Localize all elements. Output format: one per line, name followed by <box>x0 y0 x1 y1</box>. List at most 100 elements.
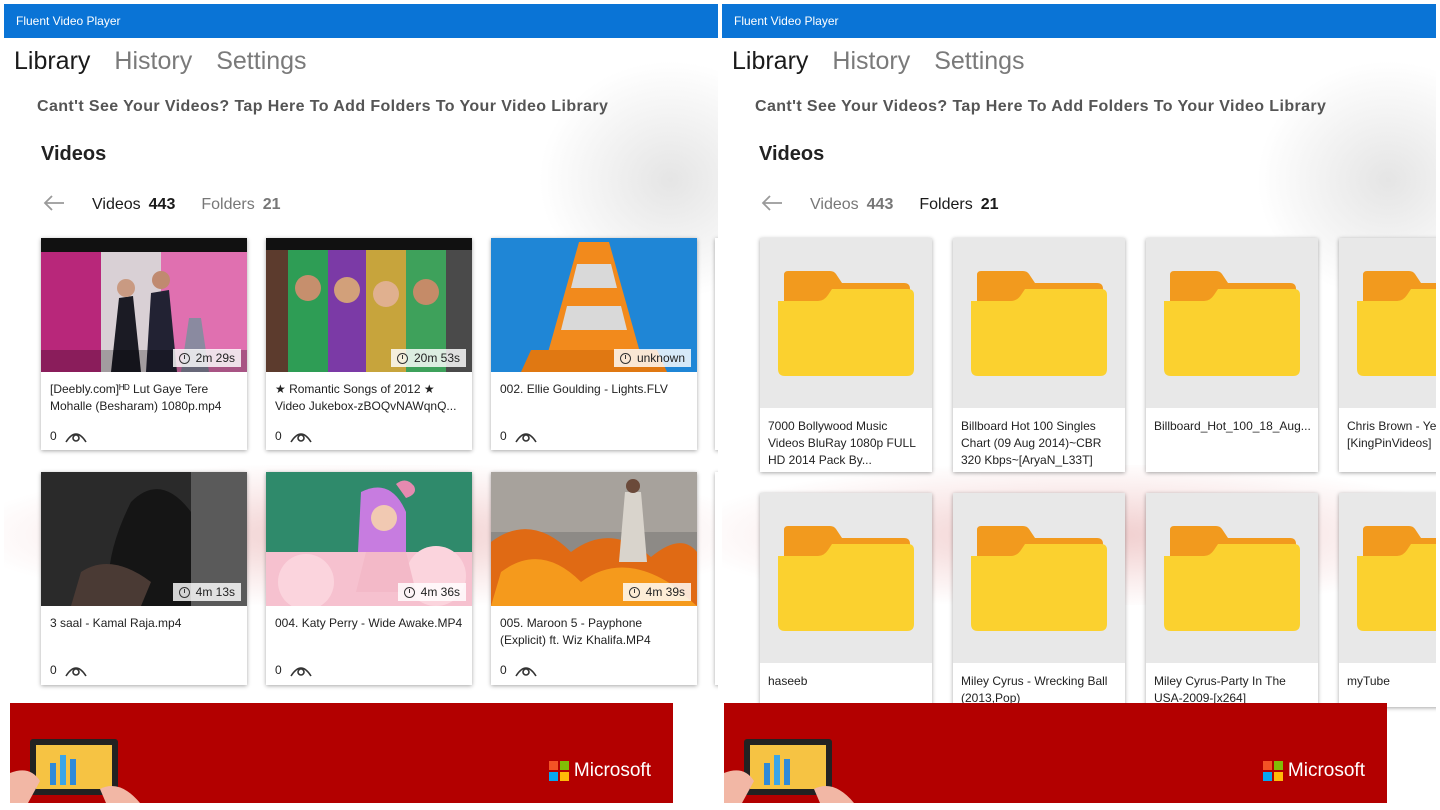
eye-icon <box>290 430 312 443</box>
folder-thumbnail <box>1339 238 1436 408</box>
folder-icon <box>778 526 914 631</box>
folder-card[interactable]: haseeb <box>760 493 932 707</box>
folder-title: Miley Cyrus - Wrecking Ball (2013,Pop) <box>961 674 1108 705</box>
duration-badge: 20m 53s <box>390 349 466 367</box>
clock-icon <box>178 352 190 364</box>
video-thumbnail: unknown <box>491 238 697 372</box>
clock-icon <box>403 586 415 598</box>
filter-bar: Videos 443 Folders 21 <box>42 193 281 217</box>
view-count: 0 <box>500 429 537 443</box>
video-card[interactable]: 2m 29s [Deebly.com]ᴴᴰ Lut Gaye Tere Moha… <box>41 238 247 450</box>
video-card[interactable] <box>715 238 718 450</box>
duration-badge: 4m 13s <box>172 583 241 601</box>
duration-text: 4m 13s <box>195 585 235 599</box>
video-card[interactable]: 20m 53s ★ Romantic Songs of 2012 ★ Video… <box>266 238 472 450</box>
microsoft-logo-text: Microsoft <box>573 760 651 781</box>
video-card[interactable]: 4m 39s 005. Maroon 5 - Payphone (Explici… <box>491 472 697 685</box>
view-count-text: 0 <box>50 429 57 443</box>
tab-count: 443 <box>866 196 894 213</box>
video-title: 002. Ellie Goulding - Lights.FLV <box>500 382 668 396</box>
tab-count: 443 <box>148 196 176 213</box>
tab-folders[interactable]: Folders 21 <box>919 196 998 214</box>
view-count: 0 <box>275 663 312 677</box>
folder-thumbnail <box>953 238 1125 408</box>
left-pane: Fluent Video Player Library History Sett… <box>4 0 718 810</box>
tab-videos[interactable]: Videos 443 <box>810 196 893 214</box>
eye-icon <box>290 664 312 677</box>
tab-label: Folders <box>201 196 255 213</box>
view-count: 0 <box>50 663 87 677</box>
video-thumbnail: 20m 53s <box>266 238 472 372</box>
eye-icon <box>65 430 87 443</box>
screenshot: Fluent Video Player Library History Sett… <box>0 0 1440 810</box>
folder-title: 7000 Bollywood Music Videos BluRay 1080p… <box>768 419 916 467</box>
video-thumbnail: 4m 13s <box>41 472 247 606</box>
ad-banner[interactable]: Microsoft <box>724 703 1387 803</box>
video-card[interactable] <box>715 472 718 685</box>
folder-icon <box>1164 271 1300 376</box>
folder-card[interactable]: myTube <box>1339 493 1436 707</box>
view-count-text: 0 <box>50 663 57 677</box>
folder-icon <box>971 271 1107 376</box>
microsoft-logo: Microsoft <box>1262 760 1365 782</box>
folder-card[interactable]: Billboard_Hot_100_18_Aug... <box>1146 238 1318 472</box>
tab-folders[interactable]: Folders 21 <box>201 196 280 214</box>
view-count-text: 0 <box>275 429 282 443</box>
folder-icon <box>1164 526 1300 631</box>
ad-tablet-illustration <box>10 739 140 803</box>
eye-icon <box>515 430 537 443</box>
microsoft-logo-text: Microsoft <box>1287 760 1365 781</box>
nav-library[interactable]: Library <box>732 47 808 76</box>
title-bar: Fluent Video Player <box>722 4 1436 38</box>
clock-icon <box>396 352 408 364</box>
ad-banner[interactable]: Microsoft <box>10 703 673 803</box>
duration-badge: 2m 29s <box>172 349 241 367</box>
video-card[interactable]: 4m 36s 004. Katy Perry - Wide Awake.MP4 … <box>266 472 472 685</box>
folder-card[interactable]: Miley Cyrus - Wrecking Ball (2013,Pop) <box>953 493 1125 707</box>
folder-icon <box>971 526 1107 631</box>
folder-title: myTube <box>1347 674 1390 688</box>
eye-icon <box>515 664 537 677</box>
duration-text: 4m 39s <box>645 585 685 599</box>
duration-text: 2m 29s <box>195 351 235 365</box>
nav-library[interactable]: Library <box>14 47 90 76</box>
folder-card[interactable]: Billboard Hot 100 Singles Chart (09 Aug … <box>953 238 1125 472</box>
video-title: 005. Maroon 5 - Payphone (Explicit) ft. … <box>500 616 651 647</box>
filter-bar: Videos 443 Folders 21 <box>760 193 999 217</box>
video-thumbnail: 4m 39s <box>491 472 697 606</box>
section-title: Videos <box>759 143 825 165</box>
tab-count: 21 <box>980 196 999 213</box>
folder-card[interactable]: Chris Brown - Ye [KingPinVideos] <box>1339 238 1436 472</box>
tab-videos[interactable]: Videos 443 <box>92 196 175 214</box>
video-card[interactable]: unknown 002. Ellie Goulding - Lights.FLV… <box>491 238 697 450</box>
view-count-text: 0 <box>500 429 507 443</box>
clock-icon <box>619 352 631 364</box>
back-arrow-icon[interactable] <box>42 193 66 217</box>
view-count: 0 <box>50 429 87 443</box>
nav-history[interactable]: History <box>832 47 910 76</box>
duration-badge: 4m 39s <box>622 583 691 601</box>
video-thumbnail: 4m 36s <box>266 472 472 606</box>
folder-card[interactable]: 7000 Bollywood Music Videos BluRay 1080p… <box>760 238 932 472</box>
back-arrow-icon[interactable] <box>760 193 784 217</box>
microsoft-logo: Microsoft <box>548 760 651 782</box>
nav-settings[interactable]: Settings <box>934 47 1024 76</box>
duration-text: 20m 53s <box>413 351 460 365</box>
top-nav: Library History Settings <box>732 47 1025 76</box>
view-count: 0 <box>275 429 312 443</box>
nav-history[interactable]: History <box>114 47 192 76</box>
video-card[interactable]: 4m 13s 3 saal - Kamal Raja.mp4 0 <box>41 472 247 685</box>
folder-thumbnail <box>953 493 1125 663</box>
folder-thumbnail <box>760 493 932 663</box>
right-pane: Fluent Video Player Library History Sett… <box>722 0 1436 810</box>
nav-settings[interactable]: Settings <box>216 47 306 76</box>
folder-icon <box>1357 526 1436 631</box>
tab-label: Videos <box>92 196 141 213</box>
eye-icon <box>65 664 87 677</box>
view-count-text: 0 <box>275 663 282 677</box>
folder-card[interactable]: Miley Cyrus-Party In The USA-2009-[x264] <box>1146 493 1318 707</box>
add-folders-link[interactable]: Cant't See Your Videos? Tap Here To Add … <box>755 98 1326 116</box>
duration-badge: 4m 36s <box>397 583 466 601</box>
add-folders-link[interactable]: Cant't See Your Videos? Tap Here To Add … <box>37 98 608 116</box>
top-nav: Library History Settings <box>14 47 307 76</box>
